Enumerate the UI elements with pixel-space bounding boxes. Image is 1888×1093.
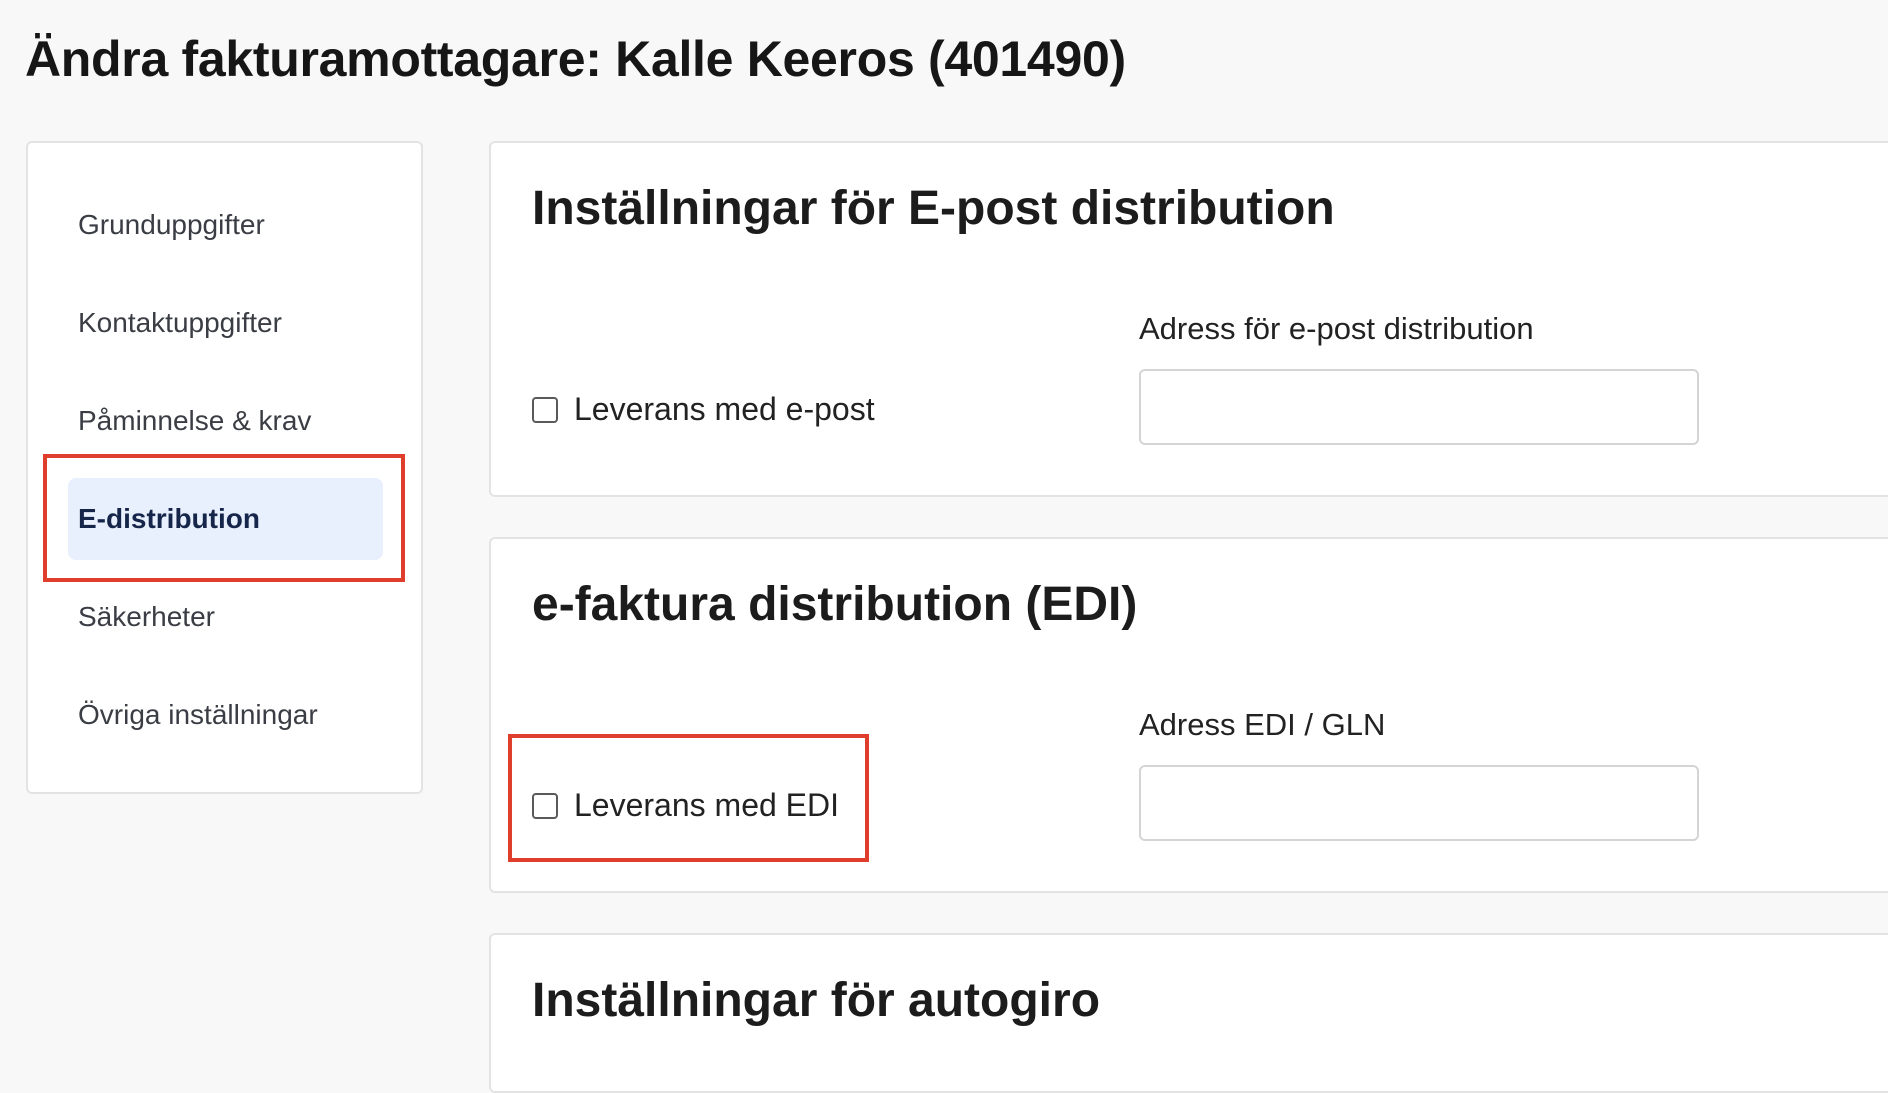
sidebar-item-grunduppgifter[interactable]: Grunduppgifter [68,184,383,266]
email-delivery-checkbox-row[interactable]: Leverans med e-post [532,391,875,428]
sidebar-item-label: Påminnelse & krav [78,405,312,436]
sidebar-item-ovriga-installningar[interactable]: Övriga inställningar [68,674,383,756]
edi-delivery-label: Leverans med EDI [574,787,840,823]
email-distribution-card: Inställningar för E-post distribution Le… [489,141,1888,497]
sidebar-item-e-distribution[interactable]: E-distribution [68,478,383,560]
sidebar-item-label: Övriga inställningar [78,699,318,730]
edi-delivery-checkbox[interactable] [532,792,558,819]
sidebar-item-label: Säkerheter [78,601,215,632]
edi-distribution-title: e-faktura distribution (EDI) [532,578,1138,631]
edi-address-input[interactable] [1139,765,1699,841]
sidebar-item-sakerheter[interactable]: Säkerheter [68,576,383,658]
page-title: Ändra fakturamottagare: Kalle Keeros (40… [25,31,1126,87]
edi-delivery-checkbox-row[interactable]: Leverans med EDI [532,787,839,824]
autogiro-title: Inställningar för autogiro [532,974,1101,1027]
autogiro-card: Inställningar för autogiro [489,933,1888,1093]
sidebar-item-label: Kontaktuppgifter [78,307,282,338]
edi-address-label: Adress EDI / GLN [1139,707,1386,742]
sidebar: Grunduppgifter Kontaktuppgifter Påminnel… [26,141,423,794]
email-delivery-checkbox[interactable] [532,396,558,423]
sidebar-item-paminnelse-krav[interactable]: Påminnelse & krav [68,380,383,462]
sidebar-item-label: E-distribution [78,503,260,534]
sidebar-item-kontaktuppgifter[interactable]: Kontaktuppgifter [68,282,383,364]
email-delivery-label: Leverans med e-post [574,391,875,427]
email-address-label: Adress för e-post distribution [1139,311,1534,346]
email-address-input[interactable] [1139,369,1699,445]
email-distribution-title: Inställningar för E-post distribution [532,182,1335,235]
sidebar-item-label: Grunduppgifter [78,209,265,240]
edi-distribution-card: e-faktura distribution (EDI) Leverans me… [489,537,1888,893]
